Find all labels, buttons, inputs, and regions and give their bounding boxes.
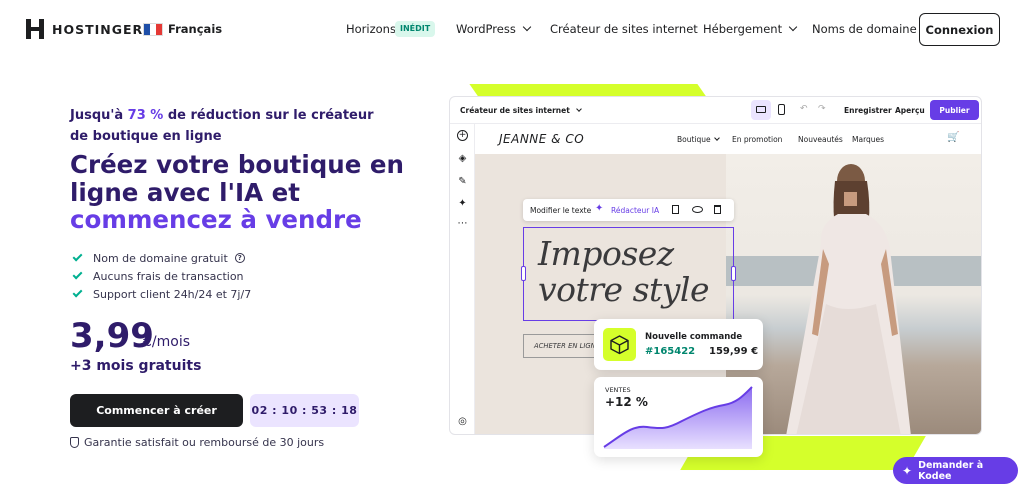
- brand-name: HOSTINGER: [52, 21, 144, 37]
- feature-label: Support client 24h/24 et 7j/7: [93, 287, 252, 301]
- site-nav-new[interactable]: Nouveautés: [798, 135, 843, 144]
- preview-button[interactable]: Aperçu: [895, 106, 925, 115]
- hostinger-logo[interactable]: HOSTINGER: [26, 19, 143, 39]
- nav-link-hosting-label: Hébergement: [703, 22, 783, 36]
- order-title: Nouvelle commande: [645, 332, 743, 342]
- chevron-down-icon: [522, 22, 532, 32]
- resize-handle-right[interactable]: [731, 266, 736, 281]
- visibility-icon[interactable]: [692, 206, 703, 213]
- feature-item: Aucuns frais de transaction: [72, 267, 251, 285]
- builder-select-label: Créateur de sites internet: [460, 106, 570, 115]
- mobile-icon[interactable]: [778, 104, 785, 115]
- bonus-months: +3 mois gratuits: [70, 358, 202, 374]
- redo-icon[interactable]: ↷: [818, 104, 826, 114]
- ask-kodee-button[interactable]: ✦ Demander à Kodee: [893, 457, 1018, 484]
- check-icon: [72, 287, 83, 298]
- feature-list: Nom de domaine gratuit? Aucuns frais de …: [72, 249, 252, 303]
- chevron-down-icon: [713, 135, 720, 141]
- new-badge: INÉDIT: [395, 21, 436, 37]
- language-label: Français: [168, 22, 223, 36]
- guarantee: Garantie satisfait ou remboursé de 30 jo…: [70, 436, 324, 449]
- site-headline: Imposez votre style: [538, 234, 710, 309]
- edit-text-button[interactable]: Modifier le texte: [530, 206, 591, 215]
- desktop-icon: [756, 106, 766, 113]
- new-order-card: Nouvelle commande #165422 159,99 €: [594, 319, 763, 370]
- nav-link-wordpress[interactable]: WordPress: [456, 22, 532, 36]
- feature-label: Nom de domaine gratuit: [93, 251, 228, 265]
- ai-sparkle-icon[interactable]: ✦: [457, 198, 468, 209]
- check-icon: [72, 269, 83, 280]
- top-nav: HOSTINGER Français Horizons INÉDIT WordP…: [0, 0, 1024, 60]
- help-icon[interactable]: ◎: [457, 416, 468, 427]
- france-flag-icon: [143, 22, 163, 36]
- promo-prefix: Jusqu'à: [70, 108, 128, 123]
- builder-select[interactable]: Créateur de sites internet: [460, 106, 582, 115]
- text-toolbar: Modifier le texte ✦ Rédacteur IA: [523, 199, 734, 221]
- nav-link-wordpress-label: WordPress: [456, 22, 516, 36]
- editor-topbar: Créateur de sites internet ↶ ↷ Enregistr…: [450, 97, 981, 124]
- site-nav-shop[interactable]: Boutique: [677, 135, 720, 144]
- site-nav-shop-label: Boutique: [677, 135, 711, 144]
- selected-text-block[interactable]: Imposez votre style: [521, 227, 736, 321]
- site-navbar: JEANNE & CO Boutique En promotion Nouvea…: [475, 124, 981, 154]
- countdown-timer: 02 : 10 : 53 : 18: [250, 394, 359, 427]
- desktop-view-button[interactable]: [751, 100, 771, 120]
- chevron-down-icon: [575, 106, 582, 112]
- promo-text: Jusqu'à 73 % de réduction sur le créateu…: [70, 105, 380, 147]
- ai-sparkle-icon: ✦: [595, 203, 604, 214]
- shield-icon: [70, 437, 79, 448]
- styles-icon[interactable]: ✎: [457, 176, 468, 187]
- start-creating-button[interactable]: Commencer à créer: [70, 394, 243, 427]
- duplicate-icon[interactable]: [672, 205, 679, 214]
- headline-line-2: votre style: [538, 270, 710, 309]
- promo-percent: 73 %: [127, 108, 164, 123]
- package-icon: [603, 328, 636, 361]
- site-nav-brands[interactable]: Marques: [852, 135, 884, 144]
- sales-chart: [603, 386, 753, 449]
- nav-link-horizons[interactable]: Horizons: [346, 22, 396, 36]
- nav-link-hosting[interactable]: Hébergement: [703, 22, 798, 36]
- site-nav-sale[interactable]: En promotion: [732, 135, 782, 144]
- help-icon[interactable]: ?: [234, 253, 245, 263]
- headline-line-1: Imposez: [538, 234, 674, 273]
- nav-link-domains[interactable]: Noms de domaine: [812, 22, 917, 36]
- package-icon-graphic: [610, 335, 629, 355]
- sales-card: VENTES +12 %: [594, 377, 763, 457]
- price-value: 3,99: [70, 316, 154, 356]
- more-icon[interactable]: ⋯: [457, 218, 468, 229]
- guarantee-label: Garantie satisfait ou remboursé de 30 jo…: [84, 436, 325, 449]
- resize-handle-left[interactable]: [521, 266, 526, 281]
- order-amount: 159,99 €: [709, 346, 759, 357]
- kodee-label: Demander à Kodee: [918, 459, 984, 482]
- feature-label: Aucuns frais de transaction: [93, 269, 244, 283]
- nav-link-website-builder[interactable]: Créateur de sites internet: [550, 22, 698, 36]
- delete-icon[interactable]: [714, 205, 721, 214]
- site-brand: JEANNE & CO: [499, 132, 585, 146]
- feature-item: Nom de domaine gratuit?: [72, 249, 251, 267]
- hero-photo: [726, 154, 981, 434]
- undo-icon[interactable]: ↶: [800, 104, 808, 114]
- kodee-sparkle-icon: ✦: [902, 463, 913, 478]
- chevron-down-icon: [788, 22, 798, 32]
- check-icon: [72, 251, 83, 262]
- feature-item: Support client 24h/24 et 7j/7: [72, 285, 252, 303]
- page-title: Créez votre boutique en ligne avec l'IA …: [70, 151, 410, 234]
- publish-button[interactable]: Publier: [930, 100, 979, 120]
- hostinger-logo-icon: [26, 19, 44, 39]
- login-button[interactable]: Connexion: [919, 13, 1000, 46]
- price-unit: €/mois: [143, 334, 191, 350]
- order-id: #165422: [645, 346, 696, 357]
- model-photo-illustration: [726, 164, 981, 434]
- cart-icon[interactable]: 🛒: [947, 132, 959, 143]
- language-selector[interactable]: Français: [143, 22, 222, 36]
- add-element-icon[interactable]: +: [457, 130, 468, 141]
- editor-sidebar: + ◈ ✎ ✦ ⋯ ◎: [450, 124, 475, 434]
- title-line-1: Créez votre boutique en ligne avec l'IA …: [70, 150, 404, 207]
- ai-writer-button[interactable]: Rédacteur IA: [611, 206, 659, 215]
- save-button[interactable]: Enregistrer: [844, 106, 892, 115]
- title-line-2: commencez à vendre: [70, 205, 362, 234]
- sales-area: [604, 387, 752, 449]
- layers-icon[interactable]: ◈: [457, 153, 468, 164]
